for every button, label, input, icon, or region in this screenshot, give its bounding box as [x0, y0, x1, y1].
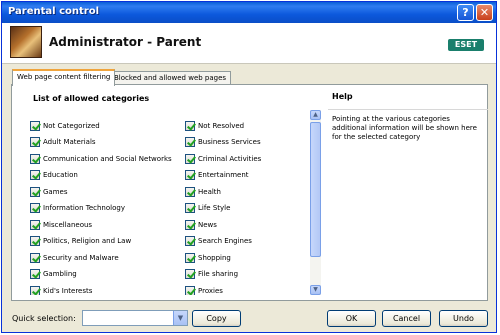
checkbox-checked[interactable] [185, 220, 195, 230]
help-text: Pointing at the various categories addit… [332, 115, 477, 141]
eset-logo: ESET [448, 39, 484, 51]
scroll-down-icon[interactable]: ▼ [310, 285, 321, 295]
checkbox-checked[interactable] [185, 203, 195, 213]
tab-blocked-and-allowed-web-pages[interactable]: Blocked and allowed web pages [109, 71, 232, 85]
checkbox-checked[interactable] [30, 236, 40, 246]
checkbox-checked[interactable] [185, 187, 195, 197]
quick-selection-dropdown[interactable]: ▼ [82, 310, 188, 326]
list-scrollbar[interactable]: ▲ ▼ [310, 110, 321, 295]
checkbox-checked[interactable] [30, 220, 40, 230]
quick-selection-label: Quick selection: [12, 314, 76, 323]
checkbox-checked[interactable] [30, 121, 40, 131]
checkbox-checked[interactable] [30, 187, 40, 197]
header-banner: Administrator - Parent ESET [2, 23, 496, 64]
checkbox-checked[interactable] [185, 137, 195, 147]
list-title: List of allowed categories [33, 94, 150, 103]
tab-panel: List of allowed categories Not Categoriz… [11, 84, 488, 301]
title-bar[interactable]: Parental control ? ✕ [2, 2, 496, 23]
ok-button[interactable]: OK [327, 310, 376, 327]
checkbox-checked[interactable] [30, 253, 40, 263]
cancel-button[interactable]: Cancel [382, 310, 431, 327]
help-title: Help [332, 92, 353, 101]
checkbox-checked[interactable] [30, 269, 40, 279]
checkbox-checked[interactable] [30, 137, 40, 147]
checkbox-checked[interactable] [185, 253, 195, 263]
checkbox-checked[interactable] [185, 154, 195, 164]
page-title: Administrator - Parent [49, 35, 202, 49]
undo-button[interactable]: Undo [439, 310, 488, 327]
help-divider [328, 109, 488, 110]
checkbox-checked[interactable] [185, 269, 195, 279]
checkbox-checked[interactable] [30, 170, 40, 180]
chevron-down-icon[interactable]: ▼ [173, 311, 187, 325]
help-button[interactable]: ? [457, 4, 474, 21]
checkbox-checked[interactable] [30, 286, 40, 295]
copy-button[interactable]: Copy [192, 310, 241, 327]
checkbox-checked[interactable] [30, 203, 40, 213]
scroll-up-icon[interactable]: ▲ [310, 110, 321, 120]
parental-control-window: Parental control ? ✕ Administrator - Par… [1, 1, 497, 333]
checkbox-checked[interactable] [185, 170, 195, 180]
close-button[interactable]: ✕ [476, 4, 493, 21]
checkbox-checked[interactable] [30, 154, 40, 164]
tab-web-page-content-filtering[interactable]: Web page content filtering [12, 69, 116, 86]
window-title: Parental control [8, 6, 100, 17]
help-panel: Help Pointing at the various categories … [328, 85, 488, 300]
checkbox-checked[interactable] [185, 286, 195, 295]
checkbox-checked[interactable] [185, 236, 195, 246]
checkbox-checked[interactable] [185, 121, 195, 131]
category-list: Not Categorized Adult Materials Communic… [30, 110, 321, 295]
scroll-thumb[interactable] [310, 122, 321, 257]
chess-pieces-icon [10, 26, 42, 58]
